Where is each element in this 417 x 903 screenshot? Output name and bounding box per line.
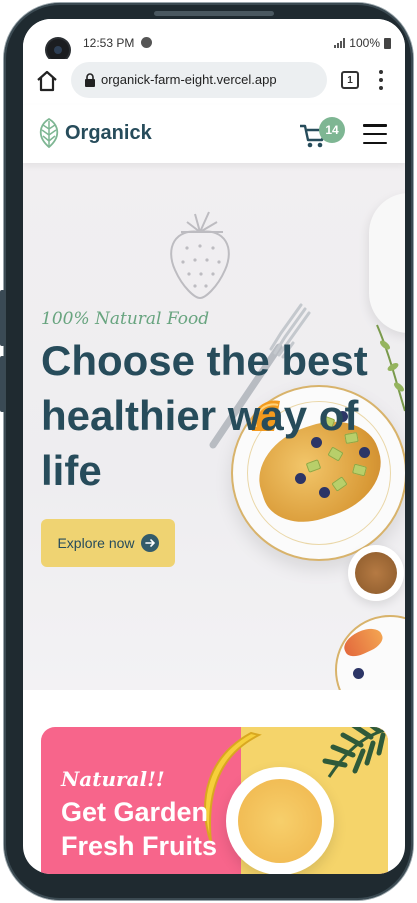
hero-title: Choose the best healthier way of life <box>41 337 368 494</box>
promo-card-fresh-fruits[interactable]: Natural!! Get Garden Fresh Fruits <box>41 727 388 874</box>
hero-tagline: 100% Natural Food <box>41 309 210 329</box>
volume-down-button <box>0 356 5 412</box>
cart-count-badge[interactable]: 14 <box>319 117 345 143</box>
tab-count: 1 <box>347 74 353 86</box>
explore-now-button[interactable]: Explore now <box>41 519 175 567</box>
browser-toolbar: organick-farm-eight.vercel.app 1 <box>23 59 405 107</box>
coffee-cup-image <box>348 545 404 601</box>
hamburger-menu-icon[interactable] <box>363 124 387 144</box>
site-header: Organick 14 <box>23 105 405 163</box>
volume-up-button <box>0 290 5 346</box>
home-icon[interactable] <box>35 69 59 93</box>
teapot-image <box>369 193 405 333</box>
url-text: organick-farm-eight.vercel.app <box>101 72 277 87</box>
battery-percent: 100% <box>349 36 380 50</box>
logo-text[interactable]: Organick <box>65 122 152 145</box>
phone-frame: 12:53 PM 100% organick-farm-eight.vercel… <box>4 3 413 900</box>
promo-title: Get Garden Fresh Fruits <box>61 797 218 861</box>
status-time: 12:53 PM <box>83 36 135 50</box>
status-bar: 12:53 PM 100% <box>23 19 405 63</box>
strawberry-illustration <box>170 211 230 300</box>
speaker-grille <box>154 11 274 16</box>
front-camera <box>47 39 69 61</box>
address-bar[interactable]: organick-farm-eight.vercel.app <box>71 62 327 98</box>
spotify-icon <box>141 37 152 48</box>
signal-icon <box>334 38 346 48</box>
arrow-right-icon <box>140 534 159 552</box>
status-indicators: 100% <box>334 36 391 50</box>
phone-screen: 12:53 PM 100% organick-farm-eight.vercel… <box>23 19 405 874</box>
logo-leaf-icon[interactable] <box>37 117 61 149</box>
tabs-icon[interactable]: 1 <box>341 71 359 89</box>
lock-icon <box>85 73 95 87</box>
explore-now-label: Explore now <box>57 535 135 551</box>
battery-icon <box>384 37 391 49</box>
blueberry <box>353 668 364 679</box>
promo-tagline: Natural!! <box>61 767 165 791</box>
menu-dots-icon[interactable] <box>375 70 387 90</box>
hero-section: 100% Natural Food Choose the best health… <box>23 163 405 690</box>
